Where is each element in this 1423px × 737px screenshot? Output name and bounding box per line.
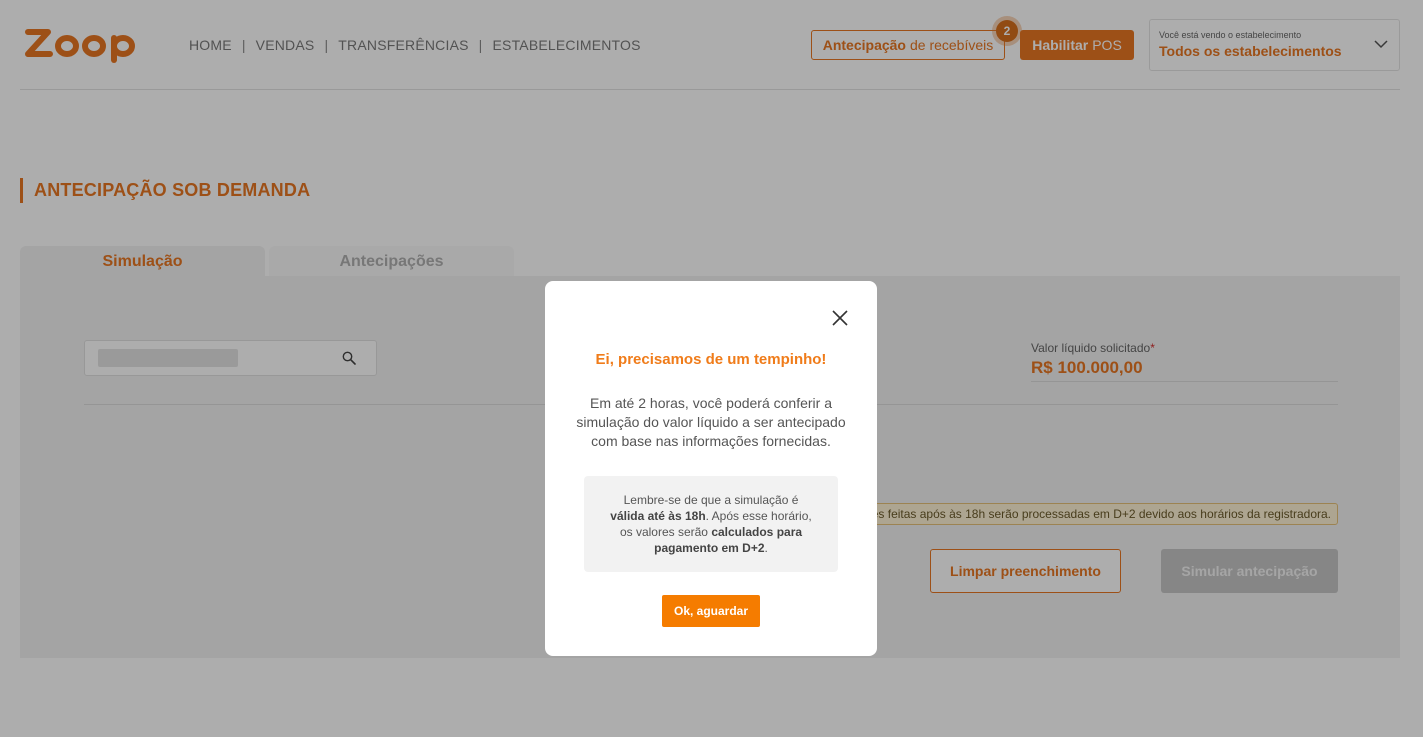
reminder-bold: válida até às 18h [610,509,706,523]
modal-reminder-box: Lembre-se de que a simulação é válida at… [584,476,838,572]
modal-text: Em até 2 horas, você poderá conferir a s… [576,395,846,449]
reminder-text: . [764,541,768,555]
ok-wait-button[interactable]: Ok, aguardar [662,595,760,627]
reminder-text: Lembre-se de que a simulação é [623,493,799,507]
modal-title: Ei, precisamos de um tempinho! [595,351,827,368]
wait-modal: Ei, precisamos de um tempinho! Em até 2 … [545,281,877,656]
close-icon[interactable] [831,309,849,327]
